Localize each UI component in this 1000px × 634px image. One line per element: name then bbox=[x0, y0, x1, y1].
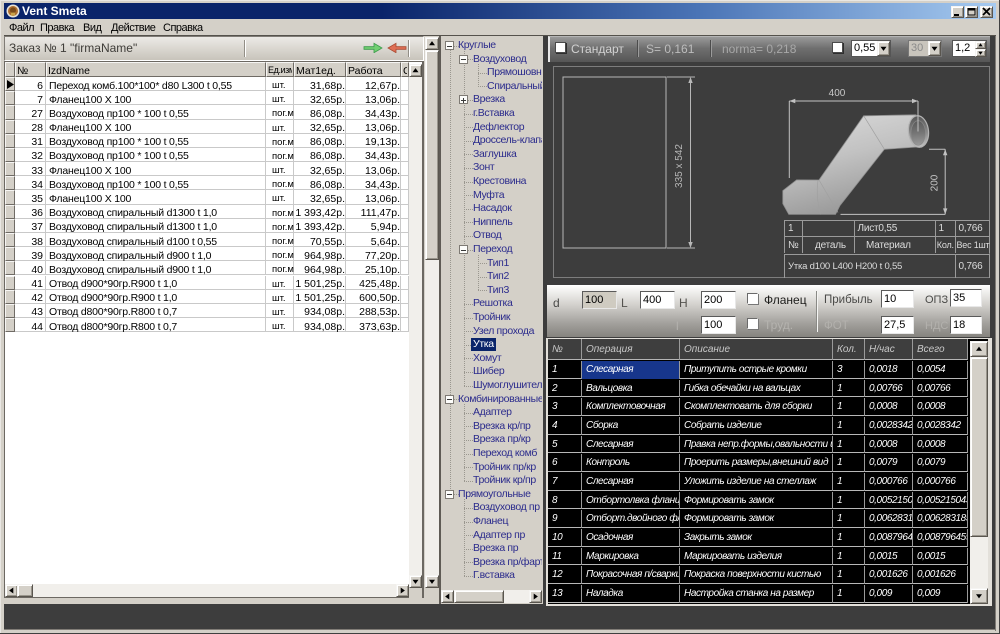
svg-text:200: 200 bbox=[930, 174, 941, 191]
svg-text:400: 400 bbox=[829, 88, 846, 99]
svg-text:335 x 542: 335 x 542 bbox=[674, 144, 685, 188]
